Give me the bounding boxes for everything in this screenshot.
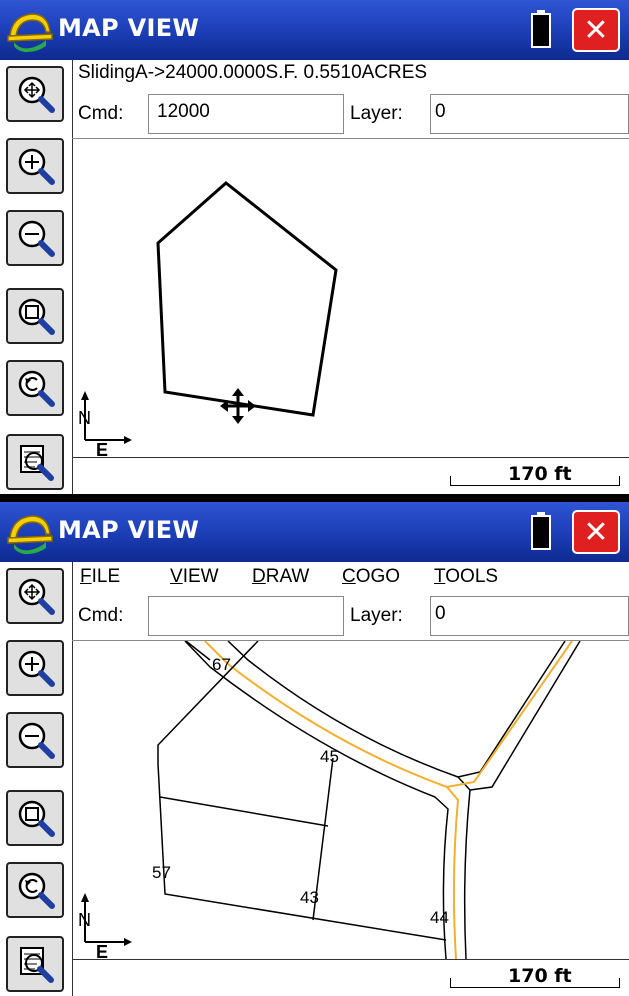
zoom-extents-icon <box>18 76 55 113</box>
road-centerline-branch <box>446 641 573 788</box>
lot-polygon <box>156 181 338 417</box>
zoom-window-button[interactable] <box>6 790 64 846</box>
zoom-out-icon <box>18 722 55 759</box>
zoom-previous-icon <box>18 370 55 407</box>
north-label: N <box>78 910 91 930</box>
layer-view-icon <box>20 445 54 481</box>
window-title: MAP VIEW <box>58 14 200 42</box>
point-label-45: 45 <box>320 747 339 766</box>
title-bar: MAP VIEW ✕ <box>0 502 629 562</box>
cmd-label: Cmd: <box>78 605 124 626</box>
zoom-extents-button[interactable] <box>6 568 64 624</box>
road-edge-left <box>184 641 449 959</box>
road-edge-upper-left <box>457 641 566 778</box>
zoom-extents-icon <box>18 578 55 615</box>
close-button[interactable]: ✕ <box>572 510 620 554</box>
battery-icon <box>531 10 551 48</box>
zoom-out-button[interactable] <box>6 712 64 768</box>
status-divider <box>72 457 629 458</box>
layer-view-icon <box>20 947 54 983</box>
area-info-text: SlidingA->24000.0000S.F. 0.5510ACRES <box>78 62 428 83</box>
status-divider <box>72 959 629 960</box>
zoom-in-button[interactable] <box>6 138 64 194</box>
north-east-indicator: N E <box>78 391 132 457</box>
cmd-input[interactable] <box>148 596 344 636</box>
menu-view[interactable]: VIEW <box>170 566 219 588</box>
road-edge-upper-right <box>469 641 581 791</box>
cmd-input[interactable]: 12000 <box>148 94 344 134</box>
zoom-out-icon <box>18 220 55 257</box>
app-logo-icon <box>7 13 53 53</box>
menu-cogo[interactable]: COGO <box>342 566 400 588</box>
zoom-window-icon <box>18 800 55 837</box>
zoom-previous-button[interactable] <box>6 862 64 918</box>
north-label: N <box>78 408 91 428</box>
map-canvas[interactable]: N E <box>73 139 629 457</box>
app-logo-icon <box>7 515 53 555</box>
point-labels: 67 45 57 43 44 <box>152 655 449 927</box>
zoom-previous-icon <box>18 872 55 909</box>
map-view-screen-1: MAP VIEW ✕ SlidingA->24000.0000S.F. 0.55… <box>0 0 629 494</box>
layer-view-button[interactable] <box>6 434 64 490</box>
menu-tools[interactable]: TOOLS <box>434 566 498 588</box>
move-cursor-icon <box>220 388 256 424</box>
layer-input[interactable]: 0 <box>430 596 629 636</box>
north-east-indicator: N E <box>78 893 132 959</box>
point-label-43: 43 <box>300 888 319 907</box>
point-label-44: 44 <box>430 908 449 927</box>
close-button[interactable]: ✕ <box>572 8 620 52</box>
east-label: E <box>96 942 108 959</box>
zoom-window-icon <box>18 298 55 335</box>
menu-draw[interactable]: DRAW <box>252 566 309 588</box>
zoom-in-icon <box>18 650 55 687</box>
zoom-out-button[interactable] <box>6 210 64 266</box>
map-view-screen-2: MAP VIEW ✕ FILE VIEW DRAW COGO TOOLS Cmd… <box>0 502 629 996</box>
east-label: E <box>96 440 108 457</box>
road-centerline <box>204 641 460 959</box>
point-label-67: 67 <box>212 655 231 674</box>
zoom-in-icon <box>18 148 55 185</box>
layer-label: Layer: <box>350 605 403 626</box>
layer-label: Layer: <box>350 103 403 124</box>
cmd-label: Cmd: <box>78 103 124 124</box>
point-label-57: 57 <box>152 863 171 882</box>
zoom-toolbar <box>0 562 73 996</box>
map-canvas[interactable]: 67 45 57 43 44 N E <box>73 641 629 959</box>
menu-file[interactable]: FILE <box>80 566 120 588</box>
scale-bar <box>450 978 620 988</box>
battery-icon <box>531 512 551 550</box>
menu-bar: FILE VIEW DRAW COGO TOOLS <box>78 564 628 592</box>
layer-input[interactable]: 0 <box>430 94 629 134</box>
layer-view-button[interactable] <box>6 936 64 992</box>
title-bar: MAP VIEW ✕ <box>0 0 629 60</box>
zoom-extents-button[interactable] <box>6 66 64 122</box>
zoom-previous-button[interactable] <box>6 360 64 416</box>
scale-bar <box>450 476 620 486</box>
window-title: MAP VIEW <box>58 516 200 544</box>
zoom-window-button[interactable] <box>6 288 64 344</box>
zoom-toolbar <box>0 60 73 494</box>
zoom-in-button[interactable] <box>6 640 64 696</box>
